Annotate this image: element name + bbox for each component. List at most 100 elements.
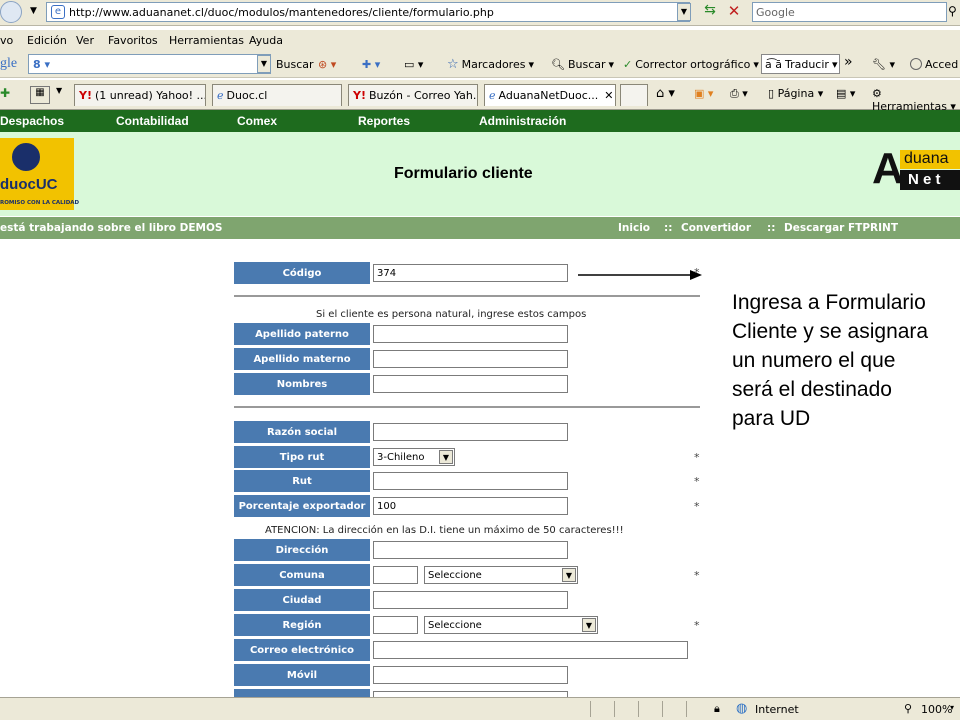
address-bar: ▼ e http://www.aduananet.cl/duoc/modulos…	[0, 0, 960, 26]
link-convertidor[interactable]: Convertidor	[681, 222, 751, 234]
marcadores-button[interactable]: ☆ Marcadores ▾	[444, 54, 534, 74]
command-bar: ⌂ ▾ ▣ ▾ ⎙ ▾ ▯ Página ▾ ▤ ▾ ⚙ Herramienta…	[650, 84, 960, 113]
address-warning: ATENCION: La dirección en las D.I. tiene…	[265, 525, 624, 536]
zoom-dropdown[interactable]: ▾	[950, 703, 954, 712]
globe-icon: ◍	[736, 701, 748, 716]
menu-bar: vo Edición Ver Favoritos Herramientas Ay…	[0, 30, 960, 50]
correo-input[interactable]	[373, 641, 688, 659]
site-menu-administracion[interactable]: Administración	[479, 114, 566, 128]
menu-item-herramientas[interactable]: Herramientas	[169, 34, 244, 47]
google-search-field[interactable]: 8 ▾	[28, 54, 271, 74]
divider	[234, 295, 700, 297]
site-menu: Despachos Contabilidad Comex Reportes Ad…	[0, 110, 960, 132]
acced-button[interactable]: Acced	[910, 54, 958, 74]
required-marker: *	[694, 500, 700, 513]
nombres-input[interactable]	[373, 375, 568, 393]
link-separator: ::	[664, 222, 673, 234]
required-marker: *	[694, 266, 700, 279]
aduananet-logo: A duana N e t	[872, 144, 960, 193]
tab-list-dropdown[interactable]: ▼	[56, 86, 62, 95]
back-icon[interactable]	[0, 1, 22, 23]
toolbar-icon-a[interactable]: ⊛ ▾	[318, 54, 336, 74]
required-marker: *	[694, 475, 700, 488]
movil-input[interactable]	[373, 666, 568, 684]
buscar-button[interactable]: Buscar	[276, 54, 314, 74]
divider	[234, 406, 700, 408]
wrench-icon[interactable]: 🔧︎ ▾	[872, 54, 895, 74]
comuna-label: Comuna	[234, 564, 370, 586]
google-logo: gle	[0, 56, 18, 71]
tab-yahoo[interactable]: Y! (1 unread) Yahoo! ...	[74, 84, 206, 106]
required-marker: *	[694, 451, 700, 464]
apellido-paterno-input[interactable]	[373, 325, 568, 343]
region-code-input[interactable]	[373, 616, 418, 634]
info-bar: está trabajando sobre el libro DEMOS Ini…	[0, 217, 960, 239]
direccion-input[interactable]	[373, 541, 568, 559]
link-separator: ::	[767, 222, 776, 234]
link-descargar-ftprint[interactable]: Descargar FTPRINT	[784, 222, 898, 234]
region-select[interactable]: Seleccione ▼	[424, 616, 598, 634]
menu-item-archivo[interactable]: vo	[0, 34, 13, 47]
toolbar-icon-c[interactable]: ▭ ▾	[404, 54, 423, 74]
movil-label: Móvil	[234, 664, 370, 686]
zoom-icon[interactable]: ⚲	[904, 702, 912, 715]
toolbar-icon-b[interactable]: ✚ ▾	[362, 54, 380, 74]
close-tab-icon[interactable]: ✕	[604, 89, 613, 102]
search-icon[interactable]: ⚲	[948, 4, 957, 18]
menu-item-ver[interactable]: Ver	[76, 34, 94, 47]
site-menu-comex[interactable]: Comex	[237, 114, 277, 128]
codigo-label: Código	[234, 262, 370, 284]
stop-icon[interactable]: ✕	[724, 2, 744, 22]
annotation-text: Ingresa a Formulario Cliente y se asigna…	[732, 291, 929, 430]
page-menu[interactable]: ▯ Página ▾	[768, 87, 823, 100]
url-dropdown-button[interactable]: ▼	[677, 3, 691, 21]
buscar2-button[interactable]: 🔍︎ Buscar ▾	[548, 54, 614, 74]
print-icon[interactable]: ⎙ ▾	[730, 87, 748, 101]
rut-input[interactable]	[373, 472, 568, 490]
site-menu-reportes[interactable]: Reportes	[358, 114, 410, 128]
tab-duoc[interactable]: ℯ Duoc.cl	[212, 84, 342, 106]
status-bar: 🔒︎ ◍ Internet ⚲ 100% ▾	[0, 697, 960, 720]
tipo-rut-select[interactable]: 3-Chileno ▼	[373, 448, 455, 466]
quick-tabs-icon[interactable]: ▦	[30, 86, 50, 104]
menu-item-favoritos[interactable]: Favoritos	[108, 34, 158, 47]
ie-tab-icon: ℯ	[489, 89, 496, 102]
page-banner: duocUC ROMISO CON LA CALIDAD Formulario …	[0, 132, 960, 216]
porcentaje-exportador-input[interactable]: 100	[373, 497, 568, 515]
google-g-icon: 8 ▾	[33, 57, 51, 71]
codigo-input[interactable]: 374	[373, 264, 568, 282]
tab-buzon[interactable]: Y! Buzón - Correo Yah...	[348, 84, 478, 106]
seal-icon	[10, 141, 42, 173]
site-menu-contabilidad[interactable]: Contabilidad	[116, 114, 189, 128]
home-icon[interactable]: ⌂ ▾	[656, 86, 675, 101]
new-tab-button[interactable]	[620, 84, 648, 106]
site-menu-despachos[interactable]: Despachos	[0, 114, 64, 128]
corrector-button[interactable]: ✓ Corrector ortográfico ▾	[620, 54, 759, 74]
more-chevron[interactable]: »	[844, 52, 853, 72]
apellido-materno-input[interactable]	[373, 350, 568, 368]
comuna-select[interactable]: Seleccione ▼	[424, 566, 578, 584]
ciudad-input[interactable]	[373, 591, 568, 609]
menu-item-ayuda[interactable]: Ayuda	[249, 34, 283, 47]
favorites-star-icon[interactable]: ✚	[0, 86, 10, 100]
circle-icon	[910, 58, 922, 70]
search-input[interactable]: Google	[752, 2, 947, 22]
tab-aduananet[interactable]: ℯ AduanaNetDuoc... ✕	[484, 84, 616, 106]
refresh-icon[interactable]: ⇆	[700, 2, 720, 22]
feeds-icon[interactable]: ▣ ▾	[694, 87, 713, 100]
nombres-label: Nombres	[234, 373, 370, 395]
link-inicio[interactable]: Inicio	[618, 222, 650, 234]
traducir-button[interactable]: a͡ ā Traducir ▾	[761, 54, 841, 74]
tools-icon[interactable]: ▤ ▾	[836, 87, 855, 100]
google-field-dropdown[interactable]: ▼	[257, 55, 271, 73]
razon-social-input[interactable]	[373, 423, 568, 441]
duoc-logo: duocUC ROMISO CON LA CALIDAD	[0, 138, 79, 210]
dropdown-arrow-icon[interactable]: ▼	[30, 6, 37, 16]
translate-icon: a͡ ā	[765, 57, 782, 71]
zoom-level[interactable]: 100%	[921, 703, 952, 716]
url-field[interactable]: e http://www.aduananet.cl/duoc/modulos/m…	[46, 2, 690, 22]
menu-item-edicion[interactable]: Edición	[27, 34, 67, 47]
apellido-paterno-label: Apellido paterno	[234, 323, 370, 345]
comuna-code-input[interactable]	[373, 566, 418, 584]
yahoo-icon: Y!	[353, 89, 366, 102]
